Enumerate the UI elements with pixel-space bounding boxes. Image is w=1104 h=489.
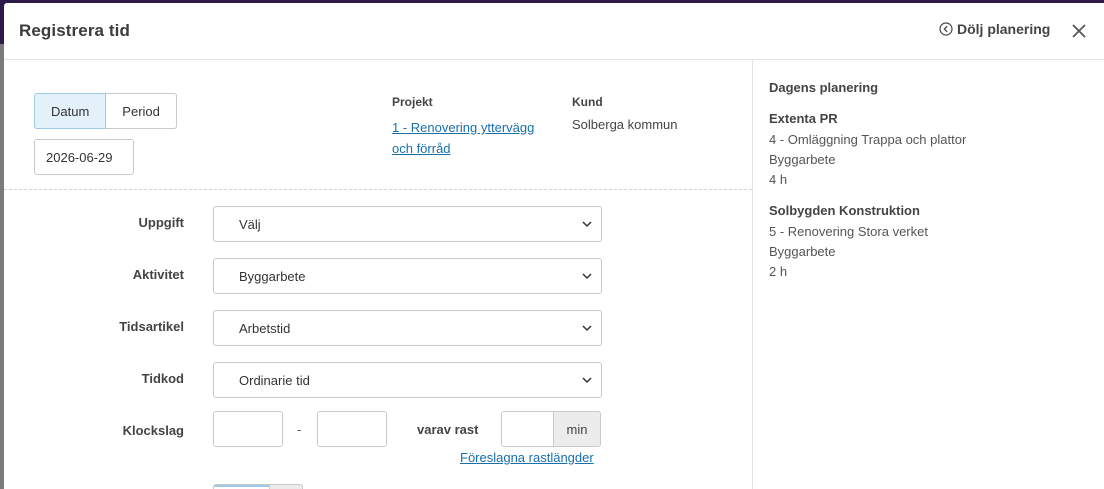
- chevron-down-icon: [582, 325, 592, 332]
- planning-entry-activity: Byggarbete: [769, 244, 836, 259]
- klockslag-label: Klockslag: [122, 423, 184, 438]
- planning-entry-hours: 2 h: [769, 264, 788, 279]
- project-link[interactable]: 1 - Renovering yttervägg och förråd: [392, 117, 552, 159]
- register-time-modal: Registrera tid Dölj planering Datum Peri…: [4, 3, 1104, 489]
- tidkod-label: Tidkod: [141, 371, 184, 386]
- planning-entry-project: 5 - Renovering Stora verket: [769, 224, 928, 239]
- close-icon[interactable]: [1068, 20, 1090, 42]
- break-input-group: min: [501, 411, 601, 447]
- planning-entry-project: 4 - Omläggning Trappa och plattor: [769, 132, 967, 147]
- project-label: Projekt: [392, 95, 433, 109]
- tidsartikel-select[interactable]: Arbetstid: [213, 310, 602, 346]
- chevron-down-icon: [582, 273, 592, 280]
- toggle-period[interactable]: Period: [106, 93, 177, 129]
- planning-entry-activity: Byggarbete: [769, 152, 836, 167]
- date-input[interactable]: 2026-06-29: [34, 139, 134, 175]
- planning-entry: Extenta PR 4 - Omläggning Trappa och pla…: [769, 111, 966, 190]
- planning-entry-hours: 4 h: [769, 172, 788, 187]
- chevron-down-icon: [582, 377, 592, 384]
- uppgift-label: Uppgift: [138, 215, 184, 230]
- client-label: Kund: [572, 95, 603, 109]
- planning-title: Dagens planering: [769, 80, 879, 95]
- tidkod-value: Ordinarie tid: [239, 372, 310, 388]
- break-minutes-input[interactable]: [502, 412, 554, 446]
- hide-planning-label: Dölj planering: [957, 21, 1051, 37]
- uppgift-select[interactable]: Välj: [213, 206, 602, 242]
- break-unit: min: [554, 412, 600, 446]
- time-to-input[interactable]: [317, 411, 387, 447]
- tidsartikel-value: Arbetstid: [239, 320, 291, 336]
- section-divider: [4, 189, 752, 190]
- aktivitet-label: Aktivitet: [132, 267, 184, 282]
- daily-planning-panel: Dagens planering Extenta PR 4 - Omläggni…: [752, 60, 1104, 489]
- planning-entry: Solbygden Konstruktion 5 - Renovering St…: [769, 203, 928, 282]
- tidsartikel-label: Tidsartikel: [119, 319, 184, 334]
- break-label: varav rast: [417, 422, 479, 437]
- time-from-input[interactable]: [213, 411, 283, 447]
- time-separator: -: [297, 422, 302, 437]
- planning-entry-client: Solbygden Konstruktion: [769, 203, 920, 218]
- date-mode-toggle: Datum Period: [34, 93, 177, 129]
- uppgift-value: Välj: [239, 216, 261, 232]
- registration-form-panel: Datum Period 2026-06-29 Projekt 1 - Reno…: [4, 60, 752, 489]
- modal-title: Registrera tid: [19, 21, 130, 40]
- aktivitet-value: Byggarbete: [239, 268, 306, 284]
- client-name: Solberga kommun: [572, 117, 678, 132]
- next-field-partial[interactable]: [213, 484, 303, 489]
- aktivitet-select[interactable]: Byggarbete: [213, 258, 602, 294]
- hide-planning-button[interactable]: Dölj planering: [939, 21, 1050, 37]
- planning-entry-client: Extenta PR: [769, 111, 838, 126]
- modal-header: Registrera tid Dölj planering: [4, 3, 1104, 60]
- chevron-down-icon: [582, 221, 592, 228]
- toggle-datum[interactable]: Datum: [34, 93, 107, 129]
- suggested-break-lengths-link[interactable]: Föreslagna rastlängder: [460, 450, 594, 465]
- circle-chevron-left-icon: [939, 22, 953, 36]
- tidkod-select[interactable]: Ordinarie tid: [213, 362, 602, 398]
